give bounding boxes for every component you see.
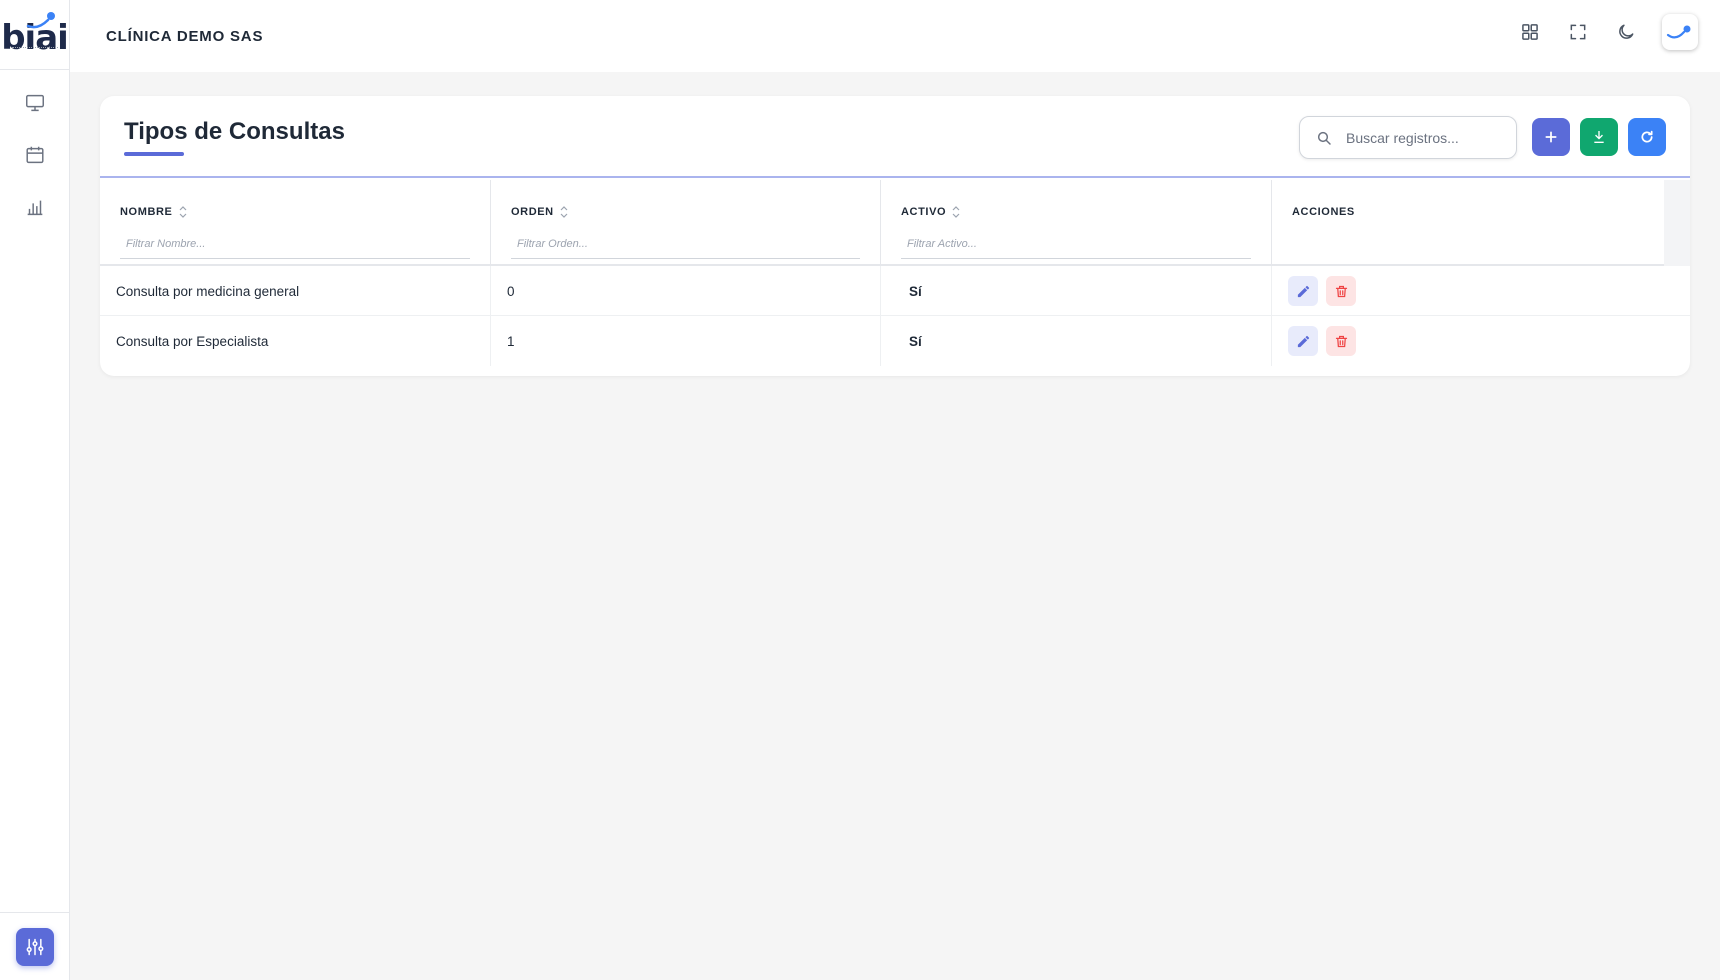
column-header-label[interactable]: NOMBRE (120, 206, 187, 218)
trash-icon (1335, 285, 1347, 297)
monitor-icon (25, 94, 44, 112)
cell-orden: 1 (491, 316, 881, 366)
customizer-button[interactable] (16, 927, 54, 966)
pencil-icon (1297, 285, 1309, 297)
content-card: Tipos de Consultas NOMBRE (100, 96, 1690, 376)
column-header-label[interactable]: ACTIVO (901, 206, 960, 218)
download-button[interactable] (1580, 118, 1618, 156)
column-activo: ACTIVO (881, 180, 1272, 266)
column-shade (1664, 180, 1690, 266)
card-header: Tipos de Consultas (100, 96, 1690, 178)
trash-icon (1335, 335, 1347, 347)
cell-acciones (1272, 266, 1690, 316)
column-orden: ORDEN (491, 180, 881, 266)
edit-button[interactable] (1288, 326, 1318, 356)
add-record-button[interactable] (1532, 118, 1570, 156)
cell-acciones (1272, 316, 1690, 366)
plus-icon (1545, 131, 1557, 143)
company-name: CLÍNICA DEMO SAS (106, 27, 264, 45)
cell-nombre: Consulta por medicina general (100, 266, 491, 316)
cell-activo: Sí (881, 266, 1272, 316)
sidebar: biai (0, 0, 70, 980)
filter-activo-input[interactable] (901, 234, 1251, 259)
search-icon (1317, 131, 1331, 145)
dark-mode-toggle[interactable] (1610, 16, 1642, 48)
calendar-icon (25, 146, 44, 164)
bar-chart-icon (27, 200, 42, 216)
table-header: NOMBRE ORDEN ACTIVO (100, 180, 1690, 266)
filter-nombre-input[interactable] (120, 234, 470, 259)
user-avatar[interactable] (1662, 14, 1698, 50)
fullscreen-icon (1570, 24, 1586, 40)
moon-icon (1619, 24, 1634, 39)
column-header-text: ORDEN (511, 206, 554, 218)
logo-tagline (12, 47, 58, 49)
column-acciones: ACCIONES (1272, 180, 1690, 266)
refresh-button[interactable] (1628, 118, 1666, 156)
logo-swoosh-icon (26, 12, 55, 29)
pencil-icon (1297, 335, 1309, 347)
sort-icon[interactable] (560, 206, 568, 218)
cell-activo: Sí (881, 316, 1272, 366)
app-logo[interactable]: biai (0, 0, 69, 70)
sidebar-nav (0, 70, 69, 222)
search-input[interactable] (1346, 129, 1496, 146)
sidebar-footer (0, 912, 70, 980)
delete-button[interactable] (1326, 276, 1356, 306)
cell-nombre: Consulta por Especialista (100, 316, 491, 366)
sidebar-item-reports[interactable] (17, 192, 53, 222)
sort-icon[interactable] (952, 206, 960, 218)
apps-button[interactable] (1514, 16, 1546, 48)
column-header-text: ACCIONES (1292, 206, 1355, 218)
column-header-label: ACCIONES (1292, 206, 1355, 218)
fullscreen-button[interactable] (1562, 16, 1594, 48)
column-header-text: NOMBRE (120, 206, 173, 218)
sliders-icon (26, 938, 44, 955)
table-row[interactable]: Consulta por Especialista 1 Sí (100, 316, 1690, 366)
topbar-actions (1514, 14, 1698, 50)
table-body: Consulta por medicina general 0 Sí Consu… (100, 266, 1690, 366)
table-row[interactable]: Consulta por medicina general 0 Sí (100, 266, 1690, 316)
grid-icon (1522, 24, 1538, 40)
download-icon (1594, 131, 1604, 143)
search-box (1299, 116, 1517, 159)
edit-button[interactable] (1288, 276, 1318, 306)
title-underline (124, 152, 184, 156)
refresh-icon (1641, 130, 1653, 143)
cell-orden: 0 (491, 266, 881, 316)
column-header-label[interactable]: ORDEN (511, 206, 568, 218)
data-table: NOMBRE ORDEN ACTIVO (100, 180, 1690, 366)
delete-button[interactable] (1326, 326, 1356, 356)
topbar: CLÍNICA DEMO SAS (70, 0, 1720, 72)
sort-icon[interactable] (179, 206, 187, 218)
page-title: Tipos de Consultas (124, 118, 345, 145)
sidebar-item-calendar[interactable] (17, 140, 53, 170)
filter-orden-input[interactable] (511, 234, 860, 259)
sidebar-item-dashboard[interactable] (17, 88, 53, 118)
column-header-text: ACTIVO (901, 206, 947, 218)
avatar-logo-icon (1666, 25, 1691, 39)
column-nombre: NOMBRE (100, 180, 491, 266)
